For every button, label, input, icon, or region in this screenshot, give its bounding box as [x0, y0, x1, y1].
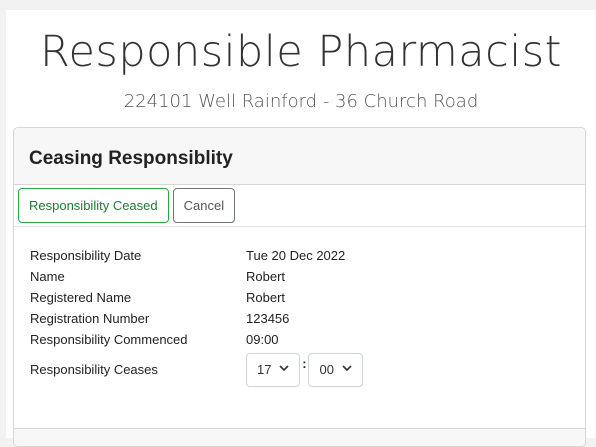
- hour-value: 17: [257, 362, 272, 377]
- detail-value: Tue 20 Dec 2022: [246, 248, 346, 263]
- action-toolbar: Responsibility Ceased Cancel: [14, 185, 585, 227]
- detail-row-name: Name Robert: [30, 266, 585, 287]
- detail-value: Robert: [246, 269, 286, 284]
- hour-select[interactable]: 17: [246, 353, 301, 387]
- detail-label: Responsibility Commenced: [30, 332, 188, 347]
- detail-value: Robert: [246, 290, 286, 305]
- detail-row-ceases: Responsibility Ceases 17 : 00: [30, 352, 585, 388]
- time-separator: :: [302, 356, 307, 371]
- detail-label: Registered Name: [30, 290, 132, 305]
- detail-row-commenced: Responsibility Commenced 09:00: [30, 329, 585, 350]
- cancel-button[interactable]: Cancel: [172, 188, 236, 223]
- ceases-time-picker: 17 : 00: [246, 352, 363, 388]
- detail-label: Name: [30, 269, 65, 284]
- minute-select[interactable]: 00: [308, 353, 363, 387]
- detail-row-registration-number: Registration Number 123456: [30, 308, 585, 329]
- card-header: Ceasing Responsiblity: [14, 128, 585, 185]
- pharmacy-subtitle: 224101 Well Rainford - 36 Church Road: [123, 91, 479, 112]
- card-title: Ceasing Responsiblity: [29, 148, 233, 169]
- ceasing-card: Ceasing Responsiblity Responsibility Cea…: [13, 127, 586, 447]
- detail-value: 123456: [246, 311, 290, 326]
- responsibility-ceased-button[interactable]: Responsibility Ceased: [18, 188, 169, 223]
- page-title: Responsible Pharmacist: [40, 27, 562, 77]
- minute-value: 00: [319, 362, 334, 377]
- chevron-down-icon: [279, 354, 290, 386]
- detail-label: Responsibility Ceases: [30, 362, 158, 377]
- details-list: Responsibility Date Tue 20 Dec 2022 Name…: [14, 227, 585, 388]
- card-footer: [14, 428, 585, 446]
- detail-value: 09:00: [246, 332, 279, 347]
- detail-row-date: Responsibility Date Tue 20 Dec 2022: [30, 245, 585, 266]
- detail-label: Responsibility Date: [30, 248, 142, 263]
- detail-label: Registration Number: [30, 311, 150, 326]
- page: Responsible Pharmacist 224101 Well Rainf…: [6, 10, 596, 447]
- detail-row-registered-name: Registered Name Robert: [30, 287, 585, 308]
- chevron-down-icon: [342, 354, 352, 386]
